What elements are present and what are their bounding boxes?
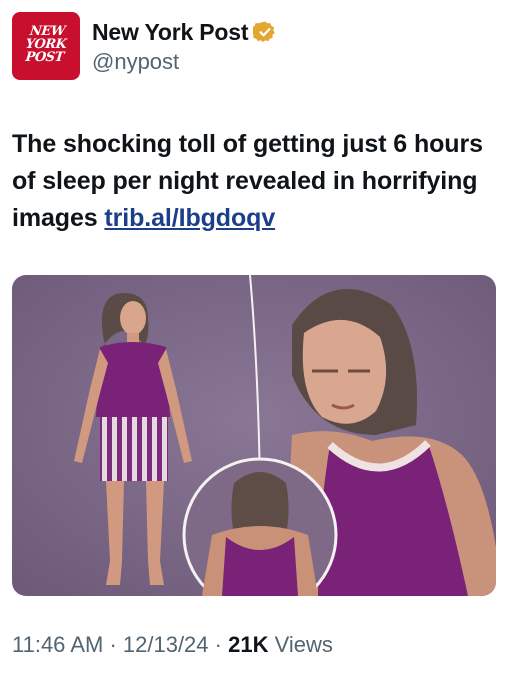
tweet-date[interactable]: 12/13/24 [123, 632, 209, 657]
account-info: New York Post @nypost [92, 12, 277, 92]
tweet-meta: 11:46 AM · 12/13/24 · 21K Views [12, 632, 333, 658]
tweet-media-image[interactable] [12, 275, 496, 596]
verified-badge-icon[interactable] [253, 20, 277, 44]
meta-separator: · [103, 632, 123, 657]
views-count[interactable]: 21K [228, 632, 268, 657]
tweet-time[interactable]: 11:46 AM [12, 632, 103, 657]
figure-back-view-inset [182, 457, 338, 596]
views-label: Views [268, 632, 333, 657]
avatar-logo-text: NEW YORK POST [24, 24, 68, 65]
account-name[interactable]: New York Post [92, 19, 249, 46]
tweet-link[interactable]: trib.al/Ibgdoqv [104, 204, 275, 232]
tweet-text: The shocking toll of getting just 6 hour… [12, 126, 484, 237]
media-illustration [12, 275, 496, 596]
name-row: New York Post [92, 15, 277, 49]
meta-separator: · [208, 632, 229, 657]
account-avatar[interactable]: NEW YORK POST [12, 12, 80, 80]
account-handle[interactable]: @nypost [92, 49, 277, 75]
tweet-header: NEW YORK POST New York Post @nypost [12, 12, 496, 92]
